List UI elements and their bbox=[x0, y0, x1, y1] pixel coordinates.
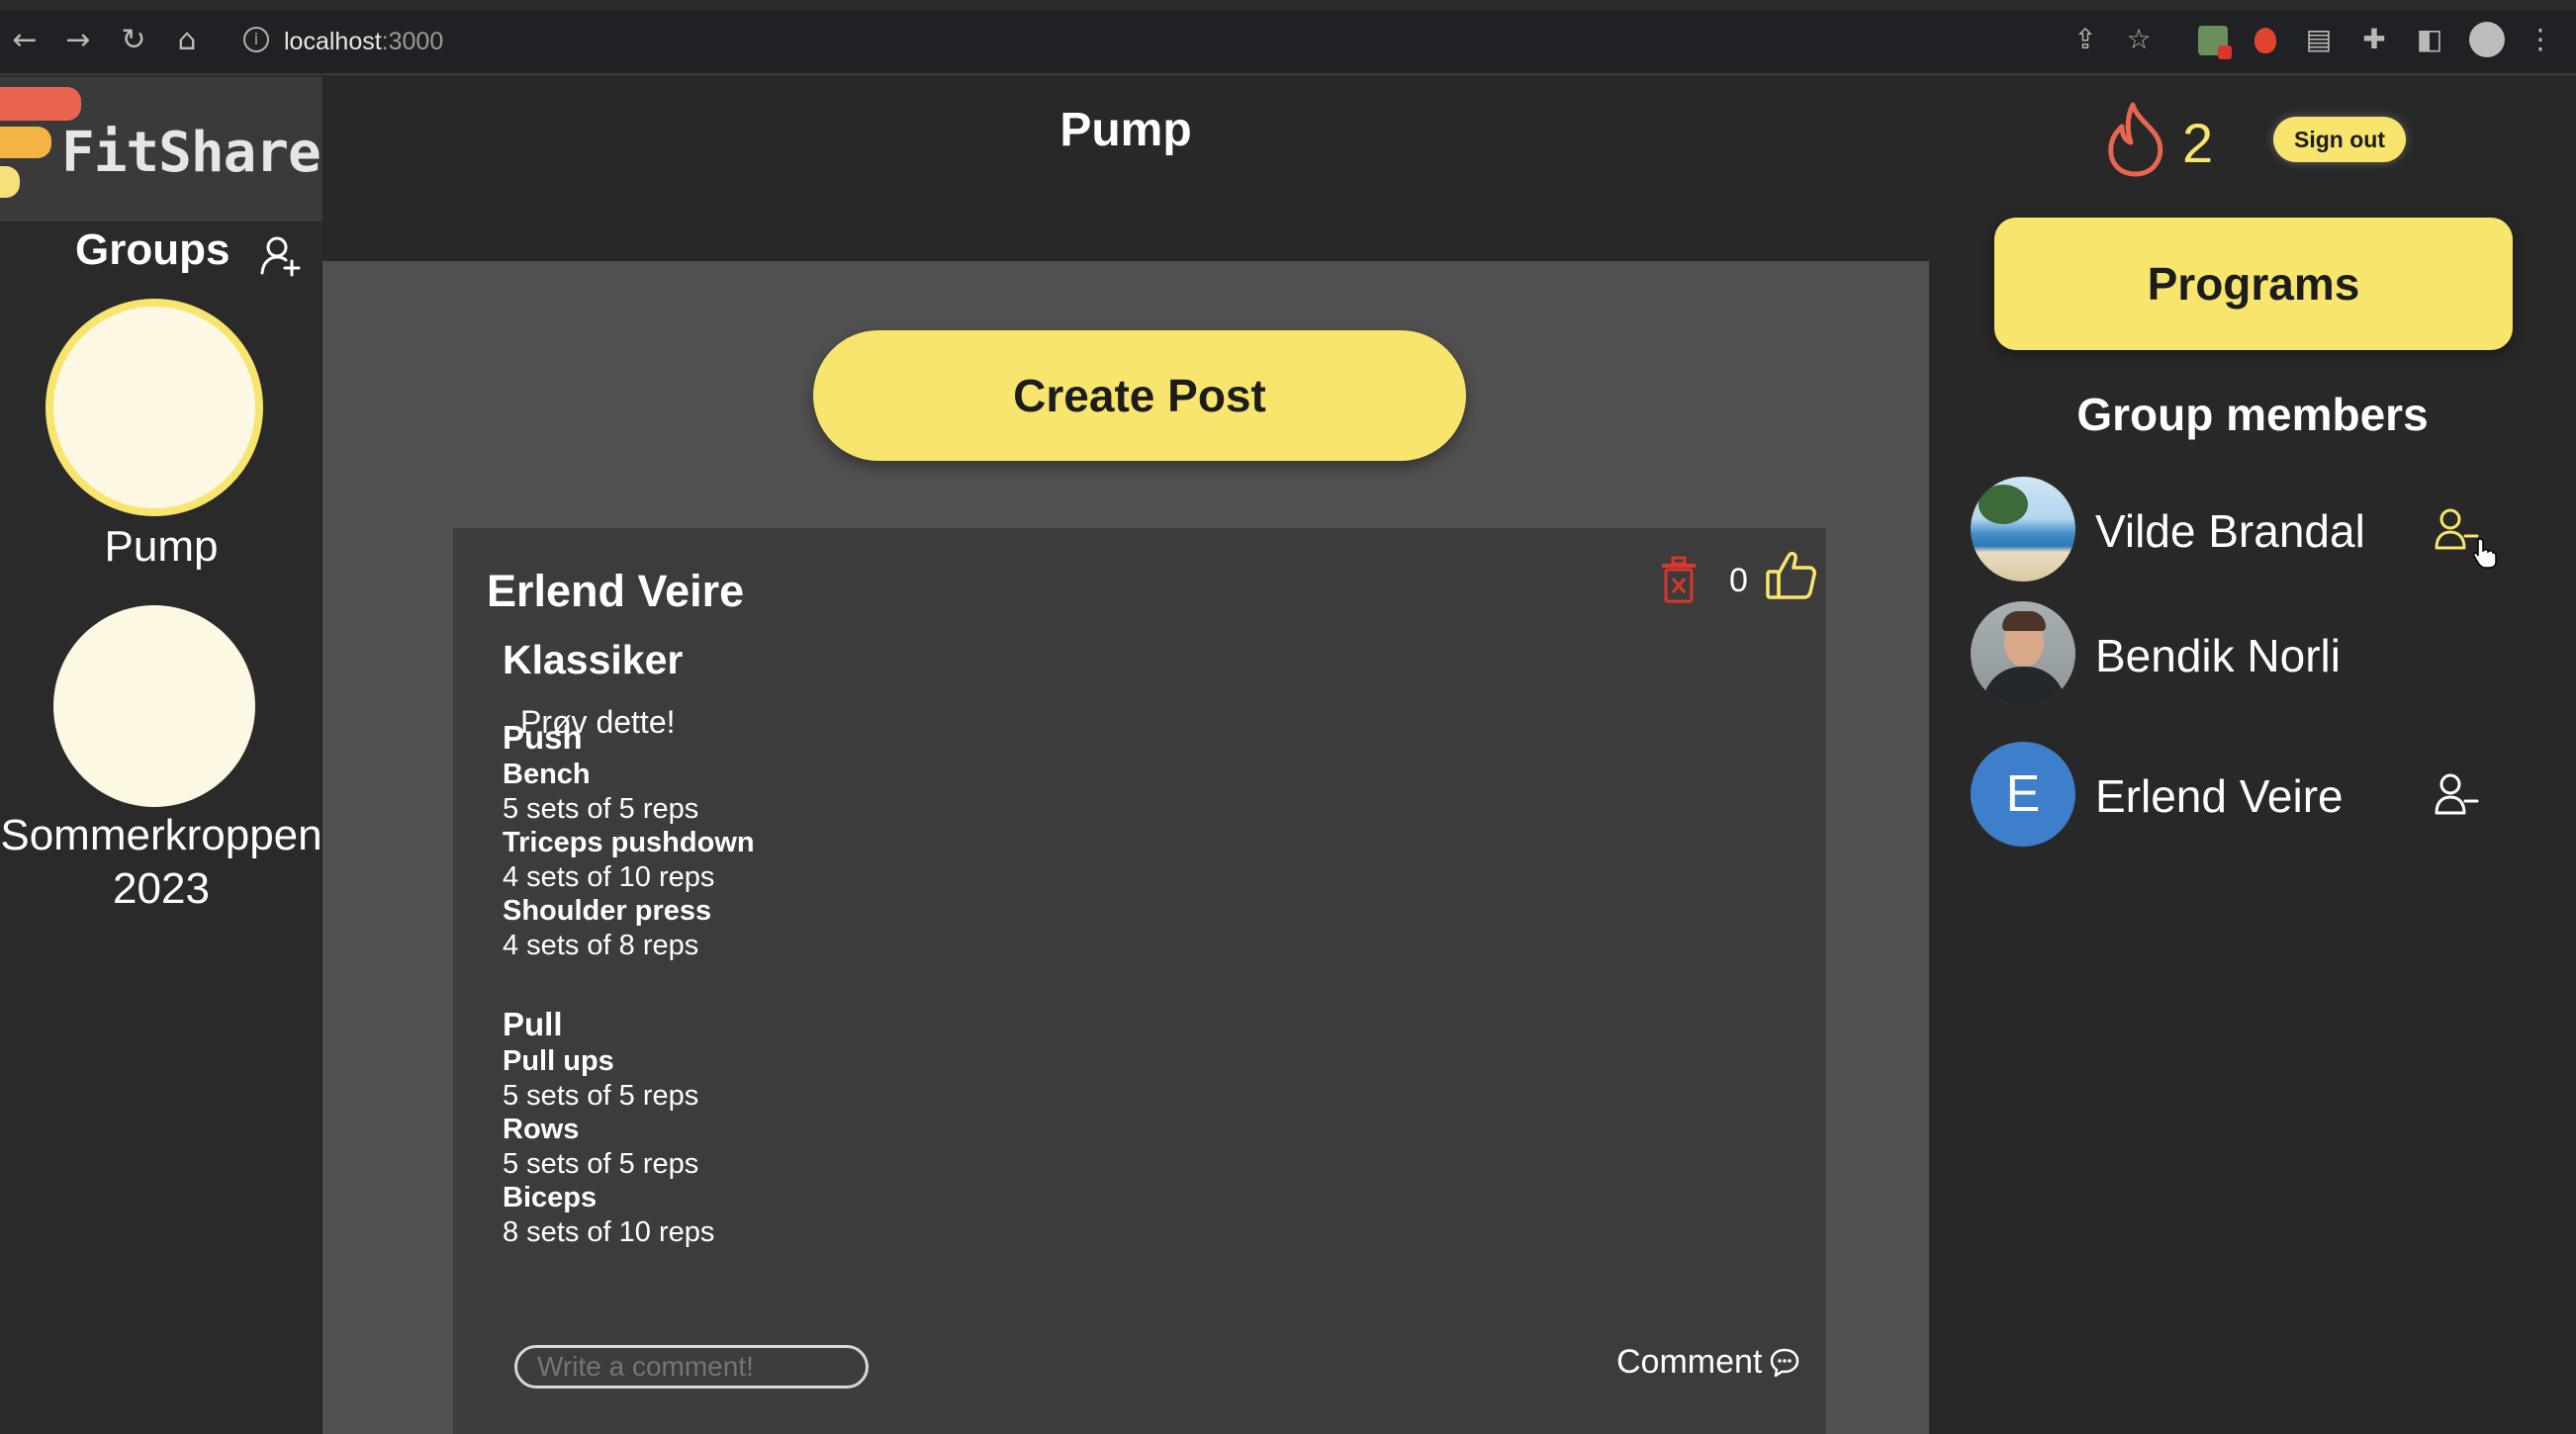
avatar bbox=[1971, 477, 2075, 582]
group-avatar-sommerkroppen[interactable] bbox=[53, 605, 255, 807]
avatar-photo-detail bbox=[1982, 667, 2066, 706]
exercise-sets: 4 sets of 8 reps bbox=[503, 929, 699, 961]
chat-bubble-icon[interactable] bbox=[1769, 1347, 1800, 1379]
share-icon[interactable]: ⇪ bbox=[2070, 24, 2101, 55]
exercise-sets: 5 sets of 5 reps bbox=[503, 792, 699, 825]
member-name: Bendik Norli bbox=[2095, 630, 2341, 681]
exercise-name: Biceps bbox=[503, 1182, 598, 1213]
logo-mark-bar bbox=[0, 166, 20, 198]
avatar-photo-detail bbox=[1978, 485, 2028, 524]
reload-icon[interactable]: ↻ bbox=[117, 24, 150, 57]
post-card: Erlend Veire Klassiker Prøv dette! 0 Pus… bbox=[453, 528, 1826, 1434]
programs-button[interactable]: Programs bbox=[1994, 218, 2513, 350]
workout-day: Push Bench 5 sets of 5 reps Triceps push… bbox=[503, 718, 755, 962]
avatar: E bbox=[1971, 742, 2075, 847]
calendar-extension-icon[interactable] bbox=[2198, 26, 2232, 59]
group-members-heading: Group members bbox=[2076, 389, 2429, 440]
post-author: Erlend Veire bbox=[487, 566, 745, 616]
post-title: Klassiker bbox=[503, 637, 684, 682]
browser-toolbar: ← → ↻ ⌂ i localhost:3000 ⇪ ☆ ▤ ✚ ◧ ⋮ bbox=[0, 0, 2576, 75]
url-text[interactable]: localhost:3000 bbox=[284, 28, 443, 56]
member-row: Bendik Norli bbox=[1971, 601, 2544, 710]
shield-extension-icon[interactable] bbox=[2254, 28, 2276, 53]
forward-arrow-icon[interactable]: → bbox=[61, 24, 95, 57]
star-icon[interactable]: ☆ bbox=[2123, 24, 2155, 55]
day-name: Pull bbox=[503, 1006, 563, 1042]
home-icon[interactable]: ⌂ bbox=[170, 24, 204, 57]
create-post-button[interactable]: Create Post bbox=[813, 330, 1466, 461]
flame-icon bbox=[2108, 102, 2163, 177]
sign-out-button[interactable]: Sign out bbox=[2273, 117, 2406, 162]
exercise-name: Pull ups bbox=[503, 1045, 614, 1077]
member-row: Vilde Brandal bbox=[1971, 477, 2544, 585]
day-name: Push bbox=[503, 719, 583, 756]
workout-day: Pull Pull ups 5 sets of 5 reps Rows 5 se… bbox=[503, 1005, 714, 1249]
back-arrow-icon[interactable]: ← bbox=[8, 24, 42, 57]
profile-avatar[interactable] bbox=[2469, 22, 2505, 57]
logo-mark-bar bbox=[0, 87, 81, 121]
streak-count: 2 bbox=[2182, 112, 2214, 174]
comment-input[interactable] bbox=[514, 1345, 869, 1389]
like-count: 0 bbox=[1729, 562, 1748, 599]
side-panel-icon[interactable]: ◧ bbox=[2414, 24, 2445, 55]
app-logo[interactable]: FitShare bbox=[0, 77, 322, 222]
trash-icon[interactable] bbox=[1658, 556, 1700, 603]
address-bar[interactable]: i localhost:3000 bbox=[230, 15, 2159, 66]
exercise-sets: 4 sets of 10 reps bbox=[503, 860, 715, 893]
exercise-name: Bench bbox=[503, 759, 591, 790]
groups-sidebar: FitShare Groups Pump Sommerkroppen 2023 bbox=[0, 77, 322, 1434]
member-name: Erlend Veire bbox=[2095, 770, 2344, 822]
exercise-sets: 8 sets of 10 reps bbox=[503, 1215, 715, 1248]
right-panel: 2 Sign out Programs Group members Vilde … bbox=[1929, 77, 2576, 1434]
post-feed: Create Post Erlend Veire Klassiker Prøv … bbox=[322, 261, 1929, 1434]
group-label-sommerkroppen[interactable]: Sommerkroppen 2023 bbox=[0, 809, 322, 916]
remove-member-icon[interactable] bbox=[2434, 771, 2479, 817]
exercise-name: Shoulder press bbox=[503, 895, 712, 927]
member-row: E Erlend Veire bbox=[1971, 742, 2544, 851]
logo-mark-bar bbox=[0, 127, 51, 158]
puzzle-icon[interactable]: ✚ bbox=[2358, 24, 2390, 55]
member-name: Vilde Brandal bbox=[2095, 505, 2365, 557]
info-icon[interactable]: i bbox=[243, 27, 269, 52]
thumbs-up-icon[interactable] bbox=[1765, 548, 1818, 601]
comment-button[interactable]: Comment bbox=[1616, 1343, 1762, 1382]
exercise-name: Rows bbox=[503, 1114, 580, 1145]
exercise-sets: 5 sets of 5 reps bbox=[503, 1147, 699, 1180]
group-avatar-pump[interactable] bbox=[46, 299, 263, 516]
kebab-menu-icon[interactable]: ⋮ bbox=[2525, 24, 2556, 55]
avatar bbox=[1971, 601, 2075, 706]
exercise-name: Triceps pushdown bbox=[503, 827, 755, 858]
add-group-icon[interactable] bbox=[259, 233, 303, 277]
exercise-sets: 5 sets of 5 reps bbox=[503, 1079, 699, 1112]
page-header: Pump bbox=[322, 77, 1929, 261]
groups-heading: Groups bbox=[75, 225, 230, 274]
hand-cursor-icon bbox=[2473, 538, 2497, 569]
tab-strip bbox=[0, 0, 2576, 10]
avatar-photo-detail bbox=[2002, 611, 2046, 631]
document-extension-icon[interactable]: ▤ bbox=[2303, 24, 2335, 55]
logo-text: FitShare bbox=[61, 121, 322, 185]
page-title: Pump bbox=[1059, 104, 1192, 156]
group-label-pump[interactable]: Pump bbox=[0, 520, 322, 574]
